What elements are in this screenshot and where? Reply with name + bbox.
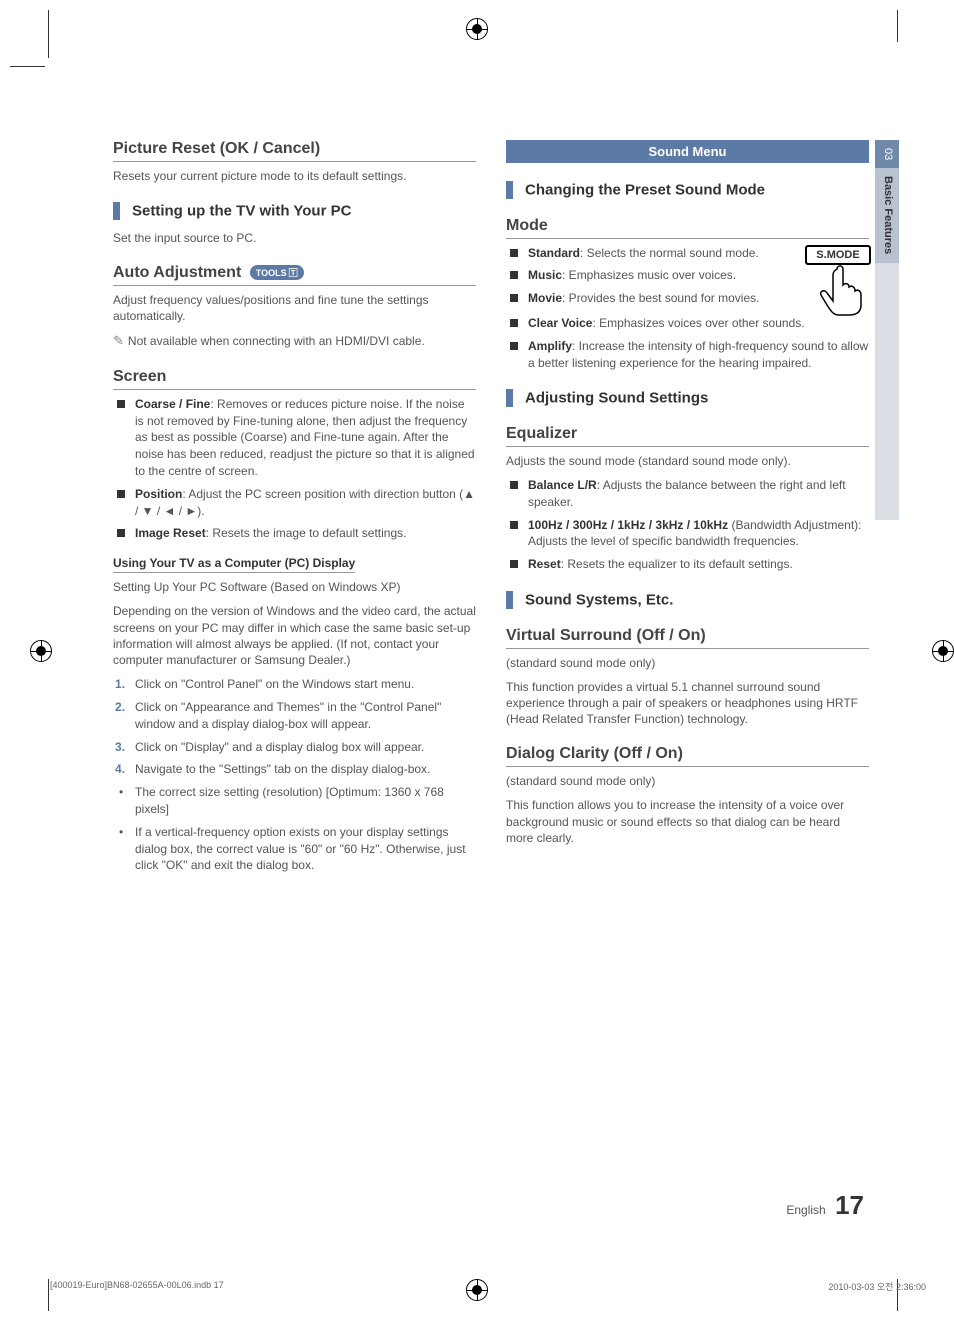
- list-item: Reset: Resets the equalizer to its defau…: [506, 556, 869, 573]
- tools-badge: TOOLS🅃: [250, 265, 304, 280]
- crop-mark: [10, 66, 45, 67]
- equalizer-desc: Adjusts the sound mode (standard sound m…: [506, 453, 869, 469]
- screen-heading: Screen: [113, 368, 476, 390]
- pc-display-sub: Setting Up Your PC Software (Based on Wi…: [113, 579, 476, 595]
- dialog-clarity-desc: This function allows you to increase the…: [506, 797, 869, 846]
- auto-adj-label: Auto Adjustment: [113, 264, 241, 281]
- list-item: Click on "Display" and a display dialog …: [113, 739, 476, 756]
- list-item: If a vertical-frequency option exists on…: [113, 824, 476, 874]
- setup-pc-subheader: Setting up the TV with Your PC: [113, 202, 476, 220]
- list-item: Balance L/R: Adjusts the balance between…: [506, 477, 869, 511]
- list-item: Clear Voice: Emphasizes voices over othe…: [506, 315, 869, 332]
- page-content: Picture Reset (OK / Cancel) Resets your …: [113, 140, 869, 880]
- tools-icon: 🅃: [289, 268, 298, 278]
- crop-mark: [897, 10, 898, 42]
- print-file-indicator: [400019-Euro]BN68-02655A-00L06.indb 17: [50, 1280, 224, 1293]
- adjusting-subheader: Adjusting Sound Settings: [506, 389, 869, 407]
- print-timestamp: 2010-03-03 오전 2:36:00: [828, 1280, 926, 1293]
- chapter-number: 03: [875, 140, 899, 168]
- registration-mark-icon: [932, 640, 954, 662]
- equalizer-heading: Equalizer: [506, 425, 869, 447]
- right-column: Sound Menu Changing the Preset Sound Mod…: [506, 140, 869, 880]
- print-footer: [400019-Euro]BN68-02655A-00L06.indb 17 2…: [50, 1280, 954, 1293]
- tab-fill: [875, 263, 899, 520]
- list-item: 100Hz / 300Hz / 1kHz / 3kHz / 10kHz (Ban…: [506, 517, 869, 551]
- page-footer: English 17: [786, 1190, 864, 1221]
- mode-list-cont: Clear Voice: Emphasizes voices over othe…: [506, 315, 869, 371]
- sub-bullet-list: The correct size setting (resolution) [O…: [113, 784, 476, 874]
- registration-mark-icon: [466, 18, 488, 40]
- auto-adj-desc: Adjust frequency values/positions and fi…: [113, 292, 476, 324]
- pc-display-heading: Using Your TV as a Computer (PC) Display: [113, 556, 355, 573]
- side-tab: 03 Basic Features: [875, 140, 899, 520]
- list-item: Image Reset: Resets the image to default…: [113, 525, 476, 542]
- auto-adjustment-heading: Auto Adjustment TOOLS🅃: [113, 264, 476, 286]
- picture-reset-desc: Resets your current picture mode to its …: [113, 168, 476, 184]
- screen-list: Coarse / Fine: Removes or reduces pictur…: [113, 396, 476, 542]
- picture-reset-heading: Picture Reset (OK / Cancel): [113, 140, 476, 162]
- sound-systems-subheader: Sound Systems, Etc.: [506, 591, 869, 609]
- sound-menu-band: Sound Menu: [506, 140, 869, 163]
- pc-display-desc: Depending on the version of Windows and …: [113, 603, 476, 668]
- crop-mark: [48, 1279, 49, 1311]
- list-item: Standard: Selects the normal sound mode.: [506, 245, 797, 262]
- virtual-surround-sub: (standard sound mode only): [506, 655, 869, 671]
- hand-icon: [805, 265, 871, 317]
- note-icon: ✎: [113, 332, 124, 350]
- smode-button-label: S.MODE: [805, 245, 871, 265]
- setup-pc-label: Setting up the TV with Your PC: [132, 203, 351, 220]
- footer-lang: English: [786, 1203, 825, 1217]
- setup-pc-desc: Set the input source to PC.: [113, 230, 476, 246]
- list-item: The correct size setting (resolution) [O…: [113, 784, 476, 818]
- dialog-clarity-sub: (standard sound mode only): [506, 773, 869, 789]
- steps-list: Click on "Control Panel" on the Windows …: [113, 676, 476, 778]
- list-item: Music: Emphasizes music over voices.: [506, 267, 797, 284]
- crop-mark: [48, 10, 49, 58]
- page-number: 17: [835, 1190, 864, 1220]
- chapter-label: Basic Features: [875, 168, 899, 262]
- list-item: Click on "Control Panel" on the Windows …: [113, 676, 476, 693]
- virtual-surround-desc: This function provides a virtual 5.1 cha…: [506, 679, 869, 728]
- list-item: Movie: Provides the best sound for movie…: [506, 290, 797, 307]
- equalizer-list: Balance L/R: Adjusts the balance between…: [506, 477, 869, 573]
- left-column: Picture Reset (OK / Cancel) Resets your …: [113, 140, 476, 880]
- virtual-surround-heading: Virtual Surround (Off / On): [506, 627, 869, 649]
- mode-heading: Mode: [506, 217, 869, 239]
- auto-adj-note: ✎Not available when connecting with an H…: [113, 332, 476, 350]
- list-item: Click on "Appearance and Themes" in the …: [113, 699, 476, 733]
- changing-preset-subheader: Changing the Preset Sound Mode: [506, 181, 869, 199]
- dialog-clarity-heading: Dialog Clarity (Off / On): [506, 745, 869, 767]
- mode-block: S.MODE Standard: Selects the normal soun…: [506, 245, 869, 372]
- list-item: Position: Adjust the PC screen position …: [113, 486, 476, 520]
- registration-mark-icon: [30, 640, 52, 662]
- list-item: Navigate to the "Settings" tab on the di…: [113, 761, 476, 778]
- list-item: Coarse / Fine: Removes or reduces pictur…: [113, 396, 476, 480]
- smode-remote-icon: S.MODE: [805, 245, 871, 317]
- list-item: Amplify: Increase the intensity of high-…: [506, 338, 869, 372]
